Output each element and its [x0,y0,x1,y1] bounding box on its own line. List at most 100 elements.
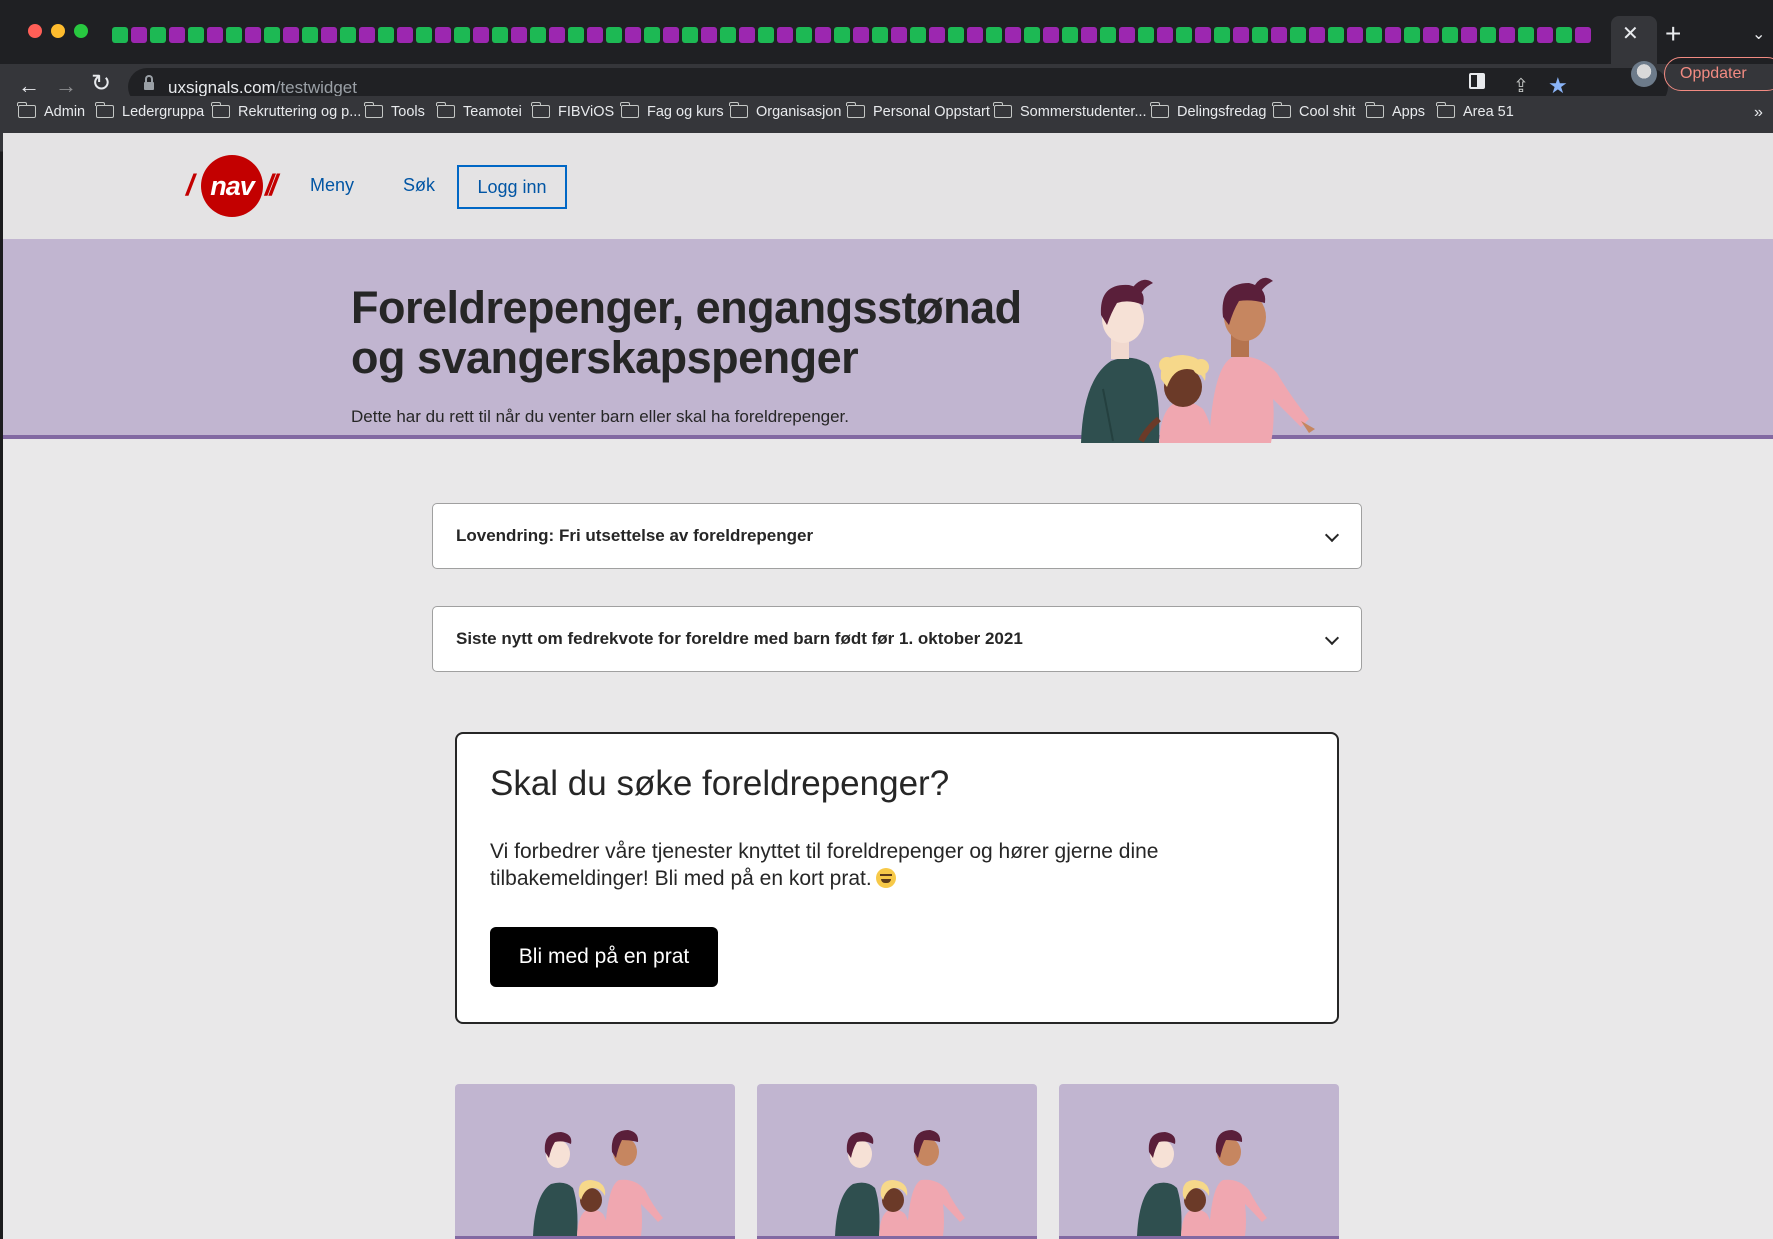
pinned-tab-favicon[interactable] [853,27,869,43]
topic-card[interactable] [1059,1084,1339,1239]
bookmark-folder[interactable]: Personal Oppstart [846,102,990,120]
new-tab-plus-icon[interactable]: + [1665,20,1681,48]
pinned-tab-favicon[interactable] [340,27,356,43]
nav-logo[interactable]: / nav // [186,155,291,217]
minimize-window-button[interactable] [51,24,65,38]
pinned-tab-favicon[interactable] [435,27,451,43]
pinned-tab-favicon[interactable] [131,27,147,43]
pinned-tab-favicon[interactable] [606,27,622,43]
more-bookmarks-icon[interactable]: » [1754,104,1763,122]
pinned-tab-favicon[interactable] [302,27,318,43]
pinned-tab-favicon[interactable] [549,27,565,43]
pinned-tab-favicon[interactable] [663,27,679,43]
pinned-tab-favicon[interactable] [625,27,641,43]
pinned-tab-favicon[interactable] [739,27,755,43]
pinned-tab-favicon[interactable] [492,27,508,43]
bookmark-folder[interactable]: Area 51 [1436,102,1514,120]
topic-card[interactable] [757,1084,1037,1239]
lock-icon[interactable] [144,75,154,92]
accordion-lovendring[interactable]: Lovendring: Fri utsettelse av foreldrepe… [432,503,1362,569]
login-button[interactable]: Logg inn [457,165,567,209]
bookmark-folder[interactable]: Delingsfredag [1150,102,1266,120]
pinned-tab-favicon[interactable] [1442,27,1458,43]
pinned-tab-favicon[interactable] [682,27,698,43]
pinned-tab-favicon[interactable] [777,27,793,43]
pinned-tab-favicon[interactable] [264,27,280,43]
pinned-tab-favicon[interactable] [967,27,983,43]
close-window-button[interactable] [28,24,42,38]
pinned-tab-favicon[interactable] [701,27,717,43]
reload-icon[interactable]: ↻ [91,72,111,96]
pinned-tab-favicon[interactable] [1195,27,1211,43]
pinned-tab-favicon[interactable] [1176,27,1192,43]
pinned-tab-favicon[interactable] [150,27,166,43]
bookmark-folder[interactable]: FIBViOS [531,102,614,120]
bookmark-folder[interactable]: Rekruttering og p... [211,102,361,120]
pinned-tab-favicon[interactable] [1537,27,1553,43]
bookmark-folder[interactable]: Tools [364,102,425,120]
bookmark-folder[interactable]: Sommerstudenter... [993,102,1147,120]
pinned-tab-favicon[interactable] [1366,27,1382,43]
pinned-tab-favicon[interactable] [416,27,432,43]
pinned-tab-favicon[interactable] [1518,27,1534,43]
pinned-tab-favicon[interactable] [1100,27,1116,43]
bookmark-folder[interactable]: Fag og kurs [620,102,724,120]
pinned-tab-favicon[interactable] [511,27,527,43]
pinned-tab-favicon[interactable] [644,27,660,43]
topic-card[interactable] [455,1084,735,1239]
pinned-tab-favicon[interactable] [1309,27,1325,43]
pinned-tab-favicon[interactable] [1024,27,1040,43]
pinned-tab-favicon[interactable] [1480,27,1496,43]
update-button[interactable]: Oppdater [1664,57,1773,91]
search-link[interactable]: Søk [403,175,435,196]
pinned-tab-favicon[interactable] [1423,27,1439,43]
pinned-tab-favicon[interactable] [1499,27,1515,43]
url-text[interactable]: uxsignals.com/testwidget [168,78,357,98]
pinned-tab-favicon[interactable] [188,27,204,43]
pinned-tab-favicon[interactable] [473,27,489,43]
pinned-tab-favicon[interactable] [796,27,812,43]
pinned-tab-favicon[interactable] [226,27,242,43]
pinned-tab-favicon[interactable] [1404,27,1420,43]
pinned-tab-favicon[interactable] [378,27,394,43]
tab-search-chevron-icon[interactable]: ⌄ [1752,24,1765,44]
pinned-tab-favicon[interactable] [948,27,964,43]
pinned-tab-favicon[interactable] [720,27,736,43]
side-panel-icon[interactable] [1469,73,1485,89]
pinned-tab-favicon[interactable] [169,27,185,43]
pinned-tab-favicon[interactable] [1271,27,1287,43]
pinned-tab-favicon[interactable] [1081,27,1097,43]
pinned-tab-favicon[interactable] [1043,27,1059,43]
menu-link[interactable]: Meny [310,175,354,196]
pinned-tab-favicon[interactable] [1252,27,1268,43]
bookmark-folder[interactable]: Admin [17,102,85,120]
bookmark-folder[interactable]: Apps [1365,102,1425,120]
pinned-tab-favicon[interactable] [910,27,926,43]
maximize-window-button[interactable] [74,24,88,38]
forward-arrow-icon[interactable]: → [55,75,77,97]
profile-avatar[interactable] [1631,61,1657,87]
pinned-tab-favicon[interactable] [1138,27,1154,43]
bookmark-folder[interactable]: Teamotei [436,102,522,120]
pinned-tab-favicon[interactable] [1005,27,1021,43]
share-icon[interactable]: ⇪ [1513,75,1529,98]
pinned-tab-favicon[interactable] [568,27,584,43]
pinned-tab-favicon[interactable] [1157,27,1173,43]
pinned-tab-favicon[interactable] [1556,27,1572,43]
back-arrow-icon[interactable]: ← [18,75,40,97]
pinned-tab-favicon[interactable] [1233,27,1249,43]
pinned-tab-favicon[interactable] [872,27,888,43]
accordion-fedrekvote[interactable]: Siste nytt om fedrekvote for foreldre me… [432,606,1362,672]
pinned-tab-favicon[interactable] [758,27,774,43]
pinned-tab-favicon[interactable] [1214,27,1230,43]
pinned-tab-favicon[interactable] [815,27,831,43]
bookmark-folder[interactable]: Ledergruppa [95,102,204,120]
pinned-tab-favicon[interactable] [1461,27,1477,43]
pinned-tab-favicon[interactable] [207,27,223,43]
pinned-tab-favicon[interactable] [587,27,603,43]
pinned-tab-favicon[interactable] [112,27,128,43]
pinned-tab-favicon[interactable] [1062,27,1078,43]
pinned-tab-favicon[interactable] [1575,27,1591,43]
close-icon[interactable]: ✕ [1622,24,1639,44]
join-chat-button[interactable]: Bli med på en prat [490,927,718,987]
